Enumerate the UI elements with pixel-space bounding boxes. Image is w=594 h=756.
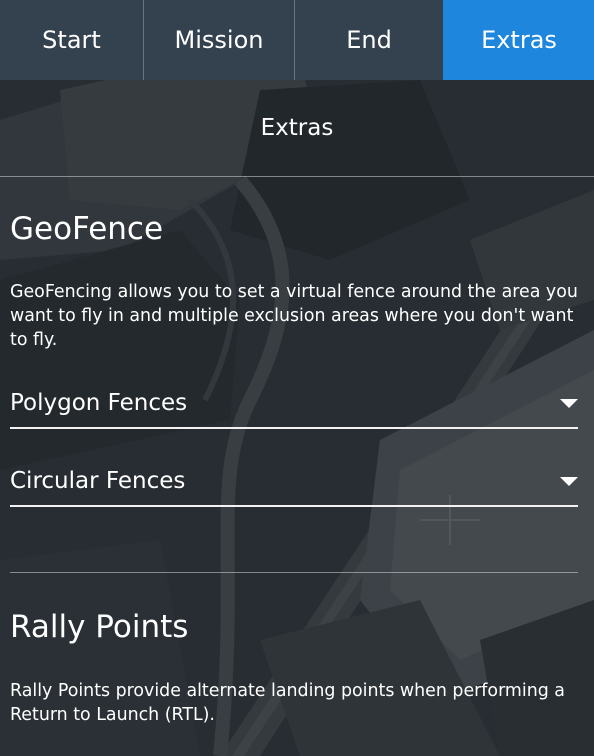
page-title: Extras: [260, 115, 334, 141]
tab-end[interactable]: End: [294, 0, 443, 80]
polygon-fences-label: Polygon Fences: [10, 390, 188, 416]
tab-extras[interactable]: Extras: [443, 0, 594, 80]
plan-tab-bar: Start Mission End Extras: [0, 0, 594, 80]
tab-mission[interactable]: Mission: [143, 0, 294, 80]
header-divider: [0, 176, 594, 177]
rally-points-description: Rally Points provide alternate landing p…: [10, 681, 565, 725]
rally-points-title: Rally Points: [10, 609, 189, 645]
circular-fences-label: Circular Fences: [10, 468, 186, 494]
geofence-title: GeoFence: [10, 211, 164, 247]
circular-fences-dropdown[interactable]: Circular Fences: [10, 457, 578, 507]
tab-start[interactable]: Start: [0, 0, 143, 80]
chevron-down-icon[interactable]: [560, 398, 578, 408]
section-divider: [10, 572, 578, 573]
chevron-down-icon[interactable]: [560, 476, 578, 486]
geofence-description: GeoFencing allows you to set a virtual f…: [10, 282, 578, 350]
polygon-fences-dropdown[interactable]: Polygon Fences: [10, 379, 578, 429]
